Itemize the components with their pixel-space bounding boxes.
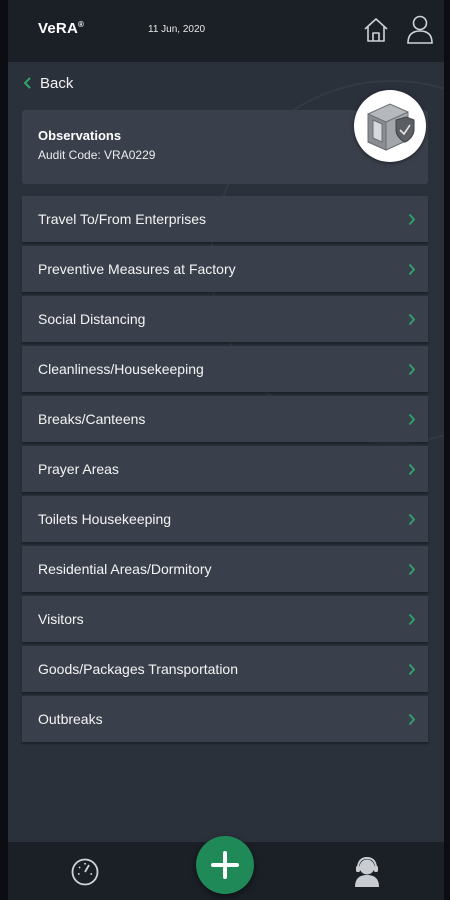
chevron-right-icon bbox=[408, 613, 416, 626]
audit-code: Audit Code: VRA0229 bbox=[38, 148, 156, 162]
back-label: Back bbox=[40, 74, 74, 92]
category-label: Goods/Packages Transportation bbox=[38, 661, 239, 677]
category-social-distancing[interactable]: Social Distancing bbox=[22, 296, 428, 342]
category-prayer-areas[interactable]: Prayer Areas bbox=[22, 446, 428, 492]
category-label: Outbreaks bbox=[38, 711, 103, 727]
category-residential-areas-dormitory[interactable]: Residential Areas/Dormitory bbox=[22, 546, 428, 592]
chevron-right-icon bbox=[408, 413, 416, 426]
category-label: Visitors bbox=[38, 611, 84, 627]
add-icon bbox=[211, 851, 239, 879]
category-label: Prayer Areas bbox=[38, 461, 119, 477]
chevron-right-icon bbox=[408, 313, 416, 326]
company-logo bbox=[354, 90, 426, 162]
category-breaks-canteens[interactable]: Breaks/Canteens bbox=[22, 396, 428, 442]
category-label: Social Distancing bbox=[38, 311, 146, 327]
app-frame: VeRA® 11 Jun, 2020 Back Observations Aud… bbox=[8, 0, 444, 900]
user-icon[interactable] bbox=[406, 14, 434, 44]
category-outbreaks[interactable]: Outbreaks bbox=[22, 696, 428, 742]
chevron-right-icon bbox=[408, 213, 416, 226]
header-date: 11 Jun, 2020 bbox=[148, 24, 206, 35]
category-cleanliness-housekeeping[interactable]: Cleanliness/Housekeeping bbox=[22, 346, 428, 392]
chevron-right-icon bbox=[408, 663, 416, 676]
add-button[interactable] bbox=[196, 836, 254, 894]
category-preventive-measures[interactable]: Preventive Measures at Factory bbox=[22, 246, 428, 292]
back-button[interactable]: Back bbox=[22, 72, 73, 94]
category-label: Preventive Measures at Factory bbox=[38, 261, 236, 277]
category-label: Cleanliness/Housekeeping bbox=[38, 361, 204, 377]
chevron-right-icon bbox=[408, 463, 416, 476]
home-icon[interactable] bbox=[362, 16, 390, 44]
category-goods-packages-transportation[interactable]: Goods/Packages Transportation bbox=[22, 646, 428, 692]
chevron-right-icon bbox=[408, 713, 416, 726]
chevron-right-icon bbox=[408, 263, 416, 276]
chevron-right-icon bbox=[408, 363, 416, 376]
category-label: Toilets Housekeeping bbox=[38, 511, 172, 527]
gauge-icon[interactable] bbox=[70, 857, 100, 887]
category-visitors[interactable]: Visitors bbox=[22, 596, 428, 642]
category-travel-to-from-enterprises[interactable]: Travel To/From Enterprises bbox=[22, 196, 428, 242]
support-icon[interactable] bbox=[352, 856, 382, 888]
category-label: Residential Areas/Dormitory bbox=[38, 561, 212, 577]
top-bar: VeRA® 11 Jun, 2020 bbox=[8, 0, 444, 62]
card-title: Observations bbox=[38, 128, 122, 143]
chevron-right-icon bbox=[408, 563, 416, 576]
observation-category-list: Travel To/From Enterprises Preventive Me… bbox=[22, 196, 428, 746]
chevron-left-icon bbox=[23, 77, 31, 89]
category-label: Travel To/From Enterprises bbox=[38, 211, 207, 227]
brand-logo-text: VeRA® bbox=[38, 20, 85, 37]
category-label: Breaks/Canteens bbox=[38, 411, 146, 427]
chevron-right-icon bbox=[408, 513, 416, 526]
category-toilets-housekeeping[interactable]: Toilets Housekeeping bbox=[22, 496, 428, 542]
